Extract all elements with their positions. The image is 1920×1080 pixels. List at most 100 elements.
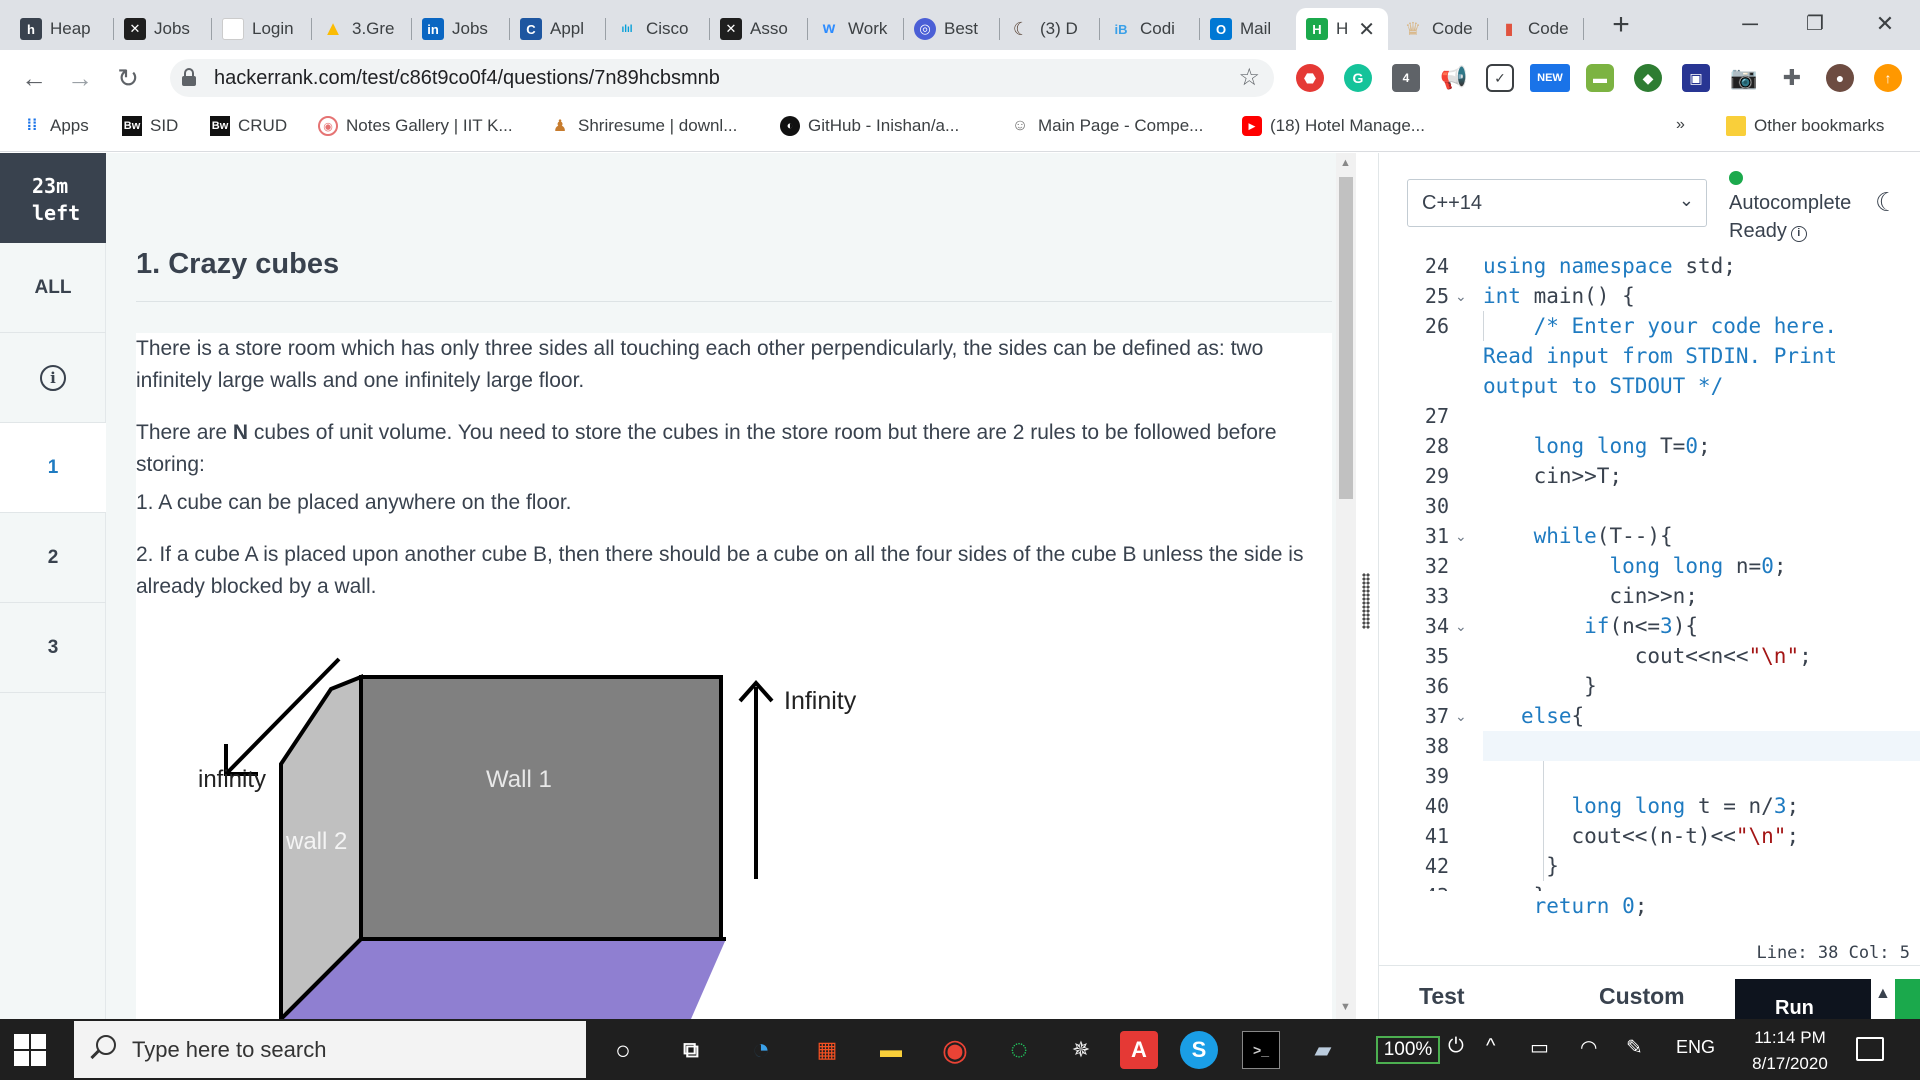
other-bookmarks-folder[interactable]: Other bookmarks [1726,116,1884,136]
autocomplete-status[interactable]: Autocomplete Ready i [1729,189,1851,245]
browser-tab[interactable]: C Appl [510,8,606,50]
browser-tab[interactable]: ♛ Code [1392,8,1488,50]
profile-avatar[interactable]: ● [1826,64,1854,92]
bookmark-notes-gallery[interactable]: ◉ Notes Gallery | IIT K... [318,116,513,136]
browser-tab[interactable]: ✕ Asso [710,8,808,50]
question-scrollbar[interactable]: ▲ ▼ [1336,153,1356,1019]
rail-question-1[interactable]: 1 [0,423,106,513]
terminal-icon[interactable]: >_ [1242,1031,1280,1069]
bookmark-github[interactable]: ◐ GitHub - Inishan/a... [780,116,959,136]
theme-moon-icon[interactable]: ☾ [1875,187,1898,218]
chrome-icon[interactable]: ◉ [936,1031,974,1069]
drag-handle-icon[interactable] [1362,573,1370,629]
scrollbar-thumb[interactable] [1339,177,1353,499]
browser-tab[interactable]: ◎ Best [904,8,1000,50]
bookmark-apps[interactable]: ⁞⁞ Apps [22,116,89,136]
notepad-icon[interactable]: ▰ [1304,1031,1342,1069]
green-box-extension-icon[interactable]: ▬ [1586,64,1614,92]
expand-up-icon[interactable]: ▲ [1875,985,1891,1003]
power-plug-icon[interactable]: ⏻ [1448,1035,1464,1058]
adblock-icon[interactable]: ⬣ [1296,64,1324,92]
close-tab-icon[interactable]: ✕ [1358,17,1375,42]
info-icon[interactable]: i [1790,226,1807,242]
restore-window-icon[interactable]: ❐ [1790,6,1840,42]
windows-start-icon[interactable] [14,1034,46,1066]
code-editor[interactable]: 24 25 ⌄ 26 27 28 29 30 31 ⌄ 32 33 34 ⌄ 35 36 37 ⌄ 38 39 40 41… [1379,251,1920,891]
back-arrow-icon[interactable]: ← [14,58,54,98]
line-number: 43 [1379,881,1449,891]
pane-splitter[interactable] [1356,153,1378,1019]
run-button[interactable]: Run [1735,979,1871,1019]
fold-chevron-icon[interactable]: ⌄ [1455,701,1467,731]
address-bar[interactable]: hackerrank.com/test/c86t9co0f4/questions… [170,59,1274,97]
browser-tab[interactable]: w Work [808,8,904,50]
bookmarks-overflow-button[interactable]: » [1676,116,1685,134]
browser-tab[interactable]: Login [212,8,312,50]
browser-tab-active[interactable]: H H ✕ [1296,8,1388,50]
browser-tab[interactable]: ☾ (3) D [1000,8,1100,50]
new-tab-button[interactable]: + [1604,10,1638,44]
update-arrow-icon[interactable]: ↑ [1874,64,1902,92]
scroll-down-arrow-icon[interactable]: ▼ [1340,1001,1351,1013]
fold-chevron-icon[interactable]: ⌄ [1455,521,1467,551]
browser-tab[interactable]: ılıl Cisco [606,8,710,50]
extensions-puzzle-icon[interactable]: ✚ [1778,64,1806,92]
bookmark-hotel-manage[interactable]: ▶ (18) Hotel Manage... [1242,116,1425,136]
show-hidden-icons-chevron[interactable]: ^ [1486,1035,1495,1058]
url-text[interactable]: hackerrank.com/test/c86t9co0f4/questions… [214,67,720,90]
grammarly-icon[interactable]: G [1344,64,1372,92]
rail-all-questions[interactable]: ALL [0,243,106,333]
browser-tab[interactable]: ▲ 3.Gre [312,8,412,50]
system-clock[interactable]: 11:14 PM 8/17/2020 [1740,1025,1840,1077]
browser-tab[interactable]: ▮ Code [1488,8,1584,50]
rail-question-2[interactable]: 2 [0,513,106,603]
bookmark-main-page[interactable]: ☺ Main Page - Compe... [1010,116,1204,136]
line-number: 30 [1424,494,1449,518]
edge-browser-icon[interactable]: ◔ [742,1031,780,1069]
acrobat-icon[interactable]: A [1120,1031,1158,1069]
pocket-icon[interactable]: ✓ [1486,64,1514,92]
notification-center-icon[interactable] [1856,1037,1884,1061]
reload-icon[interactable]: ↻ [108,58,148,98]
file-explorer-icon[interactable]: ▬ [872,1031,910,1069]
megaphone-icon[interactable]: 📢 [1440,64,1468,92]
store-icon[interactable]: ▦ [808,1031,846,1069]
submit-button-edge[interactable] [1895,979,1920,1019]
scroll-up-arrow-icon[interactable]: ▲ [1340,157,1351,169]
bookmark-sid[interactable]: Bw SID [122,116,178,136]
fold-chevron-icon[interactable]: ⌄ [1455,281,1467,311]
camera-icon[interactable]: 📷 [1730,64,1758,92]
rail-info[interactable]: i [0,333,106,423]
extension-puzzle-badge-icon[interactable]: 4 [1392,64,1420,92]
browser-tab[interactable]: O Mail [1200,8,1296,50]
bookmark-crud[interactable]: Bw CRUD [210,116,287,136]
minimize-window-icon[interactable]: ─ [1725,6,1775,42]
language-select[interactable]: C++14 ⌄ [1407,179,1707,227]
forward-arrow-icon[interactable]: → [60,58,100,98]
browser-tab[interactable]: in Jobs [412,8,510,50]
input-language[interactable]: ENG [1676,1037,1715,1058]
task-view-icon[interactable]: ⧉ [672,1031,710,1069]
test-tab[interactable]: Test [1419,983,1465,1010]
spider-web-icon[interactable]: ✵ [1062,1031,1100,1069]
green-ring-app-icon[interactable]: ◌ [1000,1031,1038,1069]
browser-tab[interactable]: iB Codi [1100,8,1200,50]
cortana-circle-icon[interactable]: ○ [604,1031,642,1069]
battery-percentage[interactable]: 100% [1376,1036,1440,1064]
browser-tab[interactable]: ✕ Jobs [114,8,212,50]
screen-monitor-icon[interactable]: ▣ [1682,64,1710,92]
bookmark-shriresume[interactable]: ♟ Shriresume | downl... [550,116,738,136]
rail-question-3[interactable]: 3 [0,603,106,693]
browser-tab[interactable]: h Heap [10,8,114,50]
taskbar-search-box[interactable]: Type here to search [74,1021,586,1078]
pen-icon[interactable]: ✎ [1626,1035,1643,1060]
wifi-icon[interactable]: ◠ [1580,1035,1597,1060]
bookmark-star-icon[interactable]: ☆ [1238,63,1260,92]
close-window-icon[interactable]: ✕ [1860,6,1910,42]
new-extension-icon[interactable]: NEW [1530,64,1570,92]
battery-icon[interactable]: ▭ [1530,1035,1549,1060]
custom-input-tab[interactable]: Custom [1599,983,1685,1010]
fold-arrow-icon[interactable]: ⌄ [1455,611,1467,641]
skype-icon[interactable]: S [1180,1031,1218,1069]
globe-extension-icon[interactable]: ◆ [1634,64,1662,92]
